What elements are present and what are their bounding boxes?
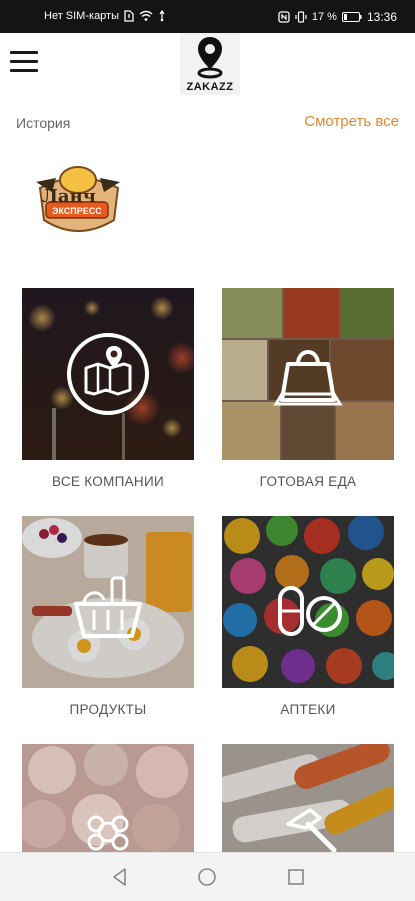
grocery-basket-icon [74, 576, 142, 638]
hamburger-menu-icon[interactable] [10, 51, 38, 75]
recents-icon[interactable] [286, 867, 306, 887]
wifi-icon [139, 10, 153, 21]
history-restaurant-logo[interactable]: Ланч ЭКСПРЕСС [26, 158, 130, 244]
history-title: История [16, 115, 71, 131]
battery-icon [341, 12, 362, 22]
pills-icon [278, 586, 342, 636]
svg-text:ЭКСПРЕСС: ЭКСПРЕСС [52, 206, 102, 216]
system-nav-bar [0, 852, 415, 901]
svg-text:Ланч: Ланч [42, 186, 96, 207]
back-icon[interactable] [110, 867, 130, 887]
category-label: ГОТОВАЯ ЕДА [259, 474, 357, 489]
category-products[interactable]: ПРОДУКТЫ [22, 516, 194, 726]
history-header: История Смотреть все [0, 95, 415, 145]
location-pin-icon [197, 37, 223, 79]
lunch-express-logo: Ланч ЭКСПРЕСС [36, 166, 120, 232]
nfc-icon [278, 11, 290, 23]
vibrate-icon [295, 11, 307, 23]
no-sim-icon [124, 10, 134, 22]
hammer-icon [286, 808, 337, 852]
category-label: АПТЕКИ [280, 702, 336, 717]
see-all-link[interactable]: Смотреть все [304, 113, 399, 130]
status-bar: Нет SIM-карты 17 % 13:36 [0, 0, 415, 33]
category-label: ПРОДУКТЫ [69, 702, 147, 717]
logo-text: ZAKAZZ [186, 81, 234, 93]
status-left: Нет SIM-карты [44, 10, 166, 22]
category-label: ВСЕ КОМПАНИИ [52, 474, 164, 489]
flower-icon [87, 815, 129, 851]
app-bar: ZAKAZZ [0, 33, 415, 95]
category-all-companies[interactable]: ВСЕ КОМПАНИИ [22, 288, 194, 498]
app-logo: ZAKAZZ [180, 33, 240, 95]
takeaway-bag-icon [273, 350, 343, 406]
clock-time: 13:36 [366, 10, 397, 24]
usb-icon [159, 10, 165, 22]
category-pharmacies[interactable]: АПТЕКИ [222, 516, 394, 726]
category-flowers[interactable] [22, 744, 194, 852]
home-icon[interactable] [197, 867, 217, 887]
category-tools[interactable] [222, 744, 394, 852]
status-right: 17 % 13:36 [278, 10, 397, 24]
category-ready-food[interactable]: ГОТОВАЯ ЕДА [222, 288, 394, 498]
battery-percent: 17 % [311, 11, 337, 23]
map-icon [67, 333, 149, 415]
carrier-text: Нет SIM-карты [44, 10, 120, 22]
